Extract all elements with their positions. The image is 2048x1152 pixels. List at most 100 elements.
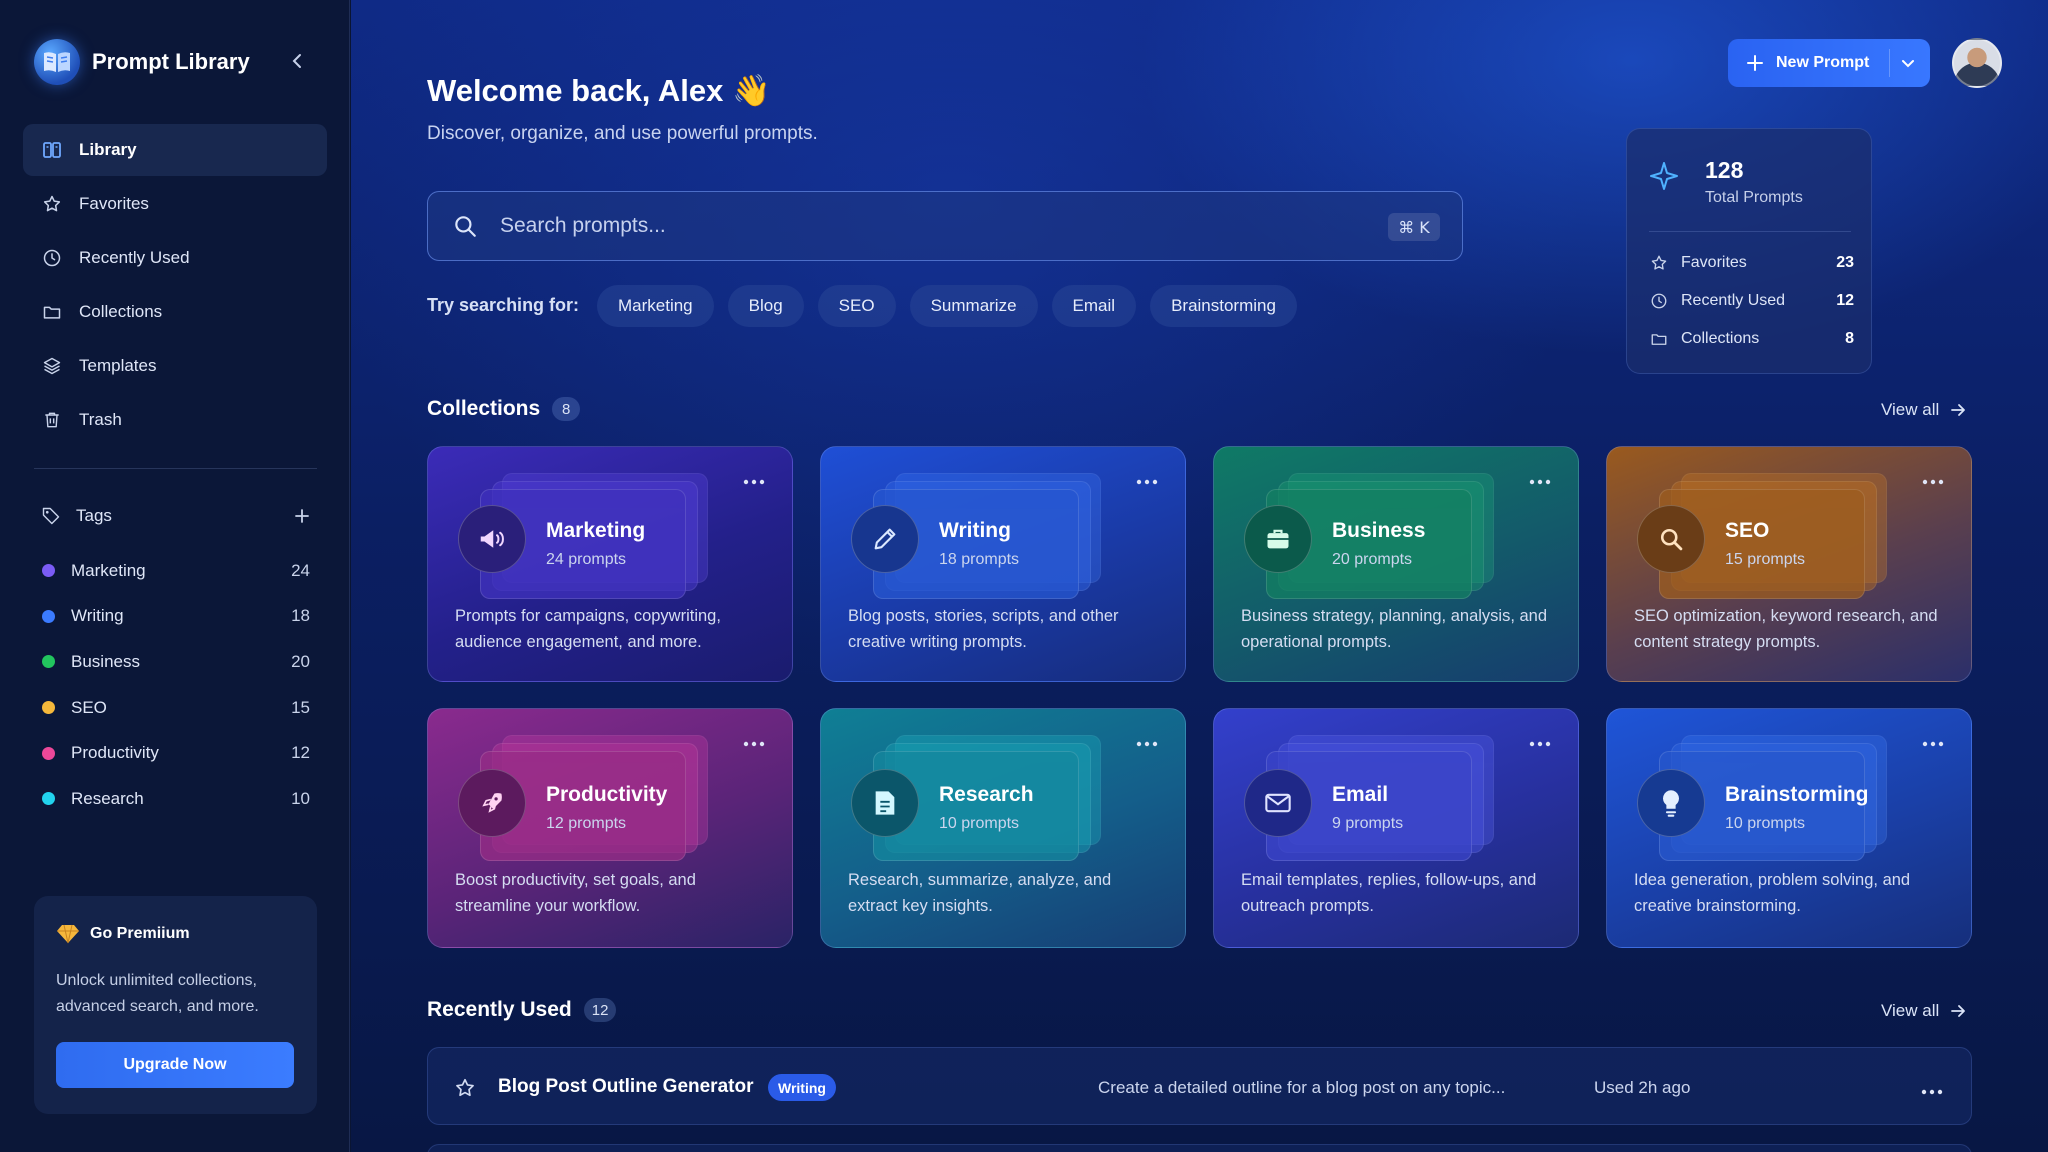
collections-title: Collections	[427, 397, 541, 420]
collection-card-writing[interactable]: Writing 18 prompts Blog posts, stories, …	[820, 446, 1186, 682]
clock-icon	[1649, 291, 1669, 311]
collection-name: Business	[1332, 519, 1426, 542]
more-options-icon[interactable]	[1135, 477, 1159, 487]
view-all-label: View all	[1881, 1001, 1940, 1020]
stat-recently-used[interactable]: Recently Used 12	[1649, 289, 1854, 313]
more-options-icon[interactable]	[1921, 1082, 1943, 1095]
suggestion-chip[interactable]: Brainstorming	[1150, 285, 1297, 327]
search-input[interactable]	[500, 214, 1360, 238]
collection-card-seo[interactable]: SEO 15 prompts SEO optimization, keyword…	[1606, 446, 1972, 682]
suggestion-chip[interactable]: Marketing	[597, 285, 714, 327]
search-icon	[1637, 505, 1705, 573]
brand[interactable]: Prompt Library	[34, 38, 324, 86]
sidebar-item-library[interactable]: Library	[23, 124, 327, 176]
page-subtitle: Discover, organize, and use powerful pro…	[427, 123, 818, 144]
tags-title: Tags	[76, 506, 112, 525]
folder-icon	[1649, 329, 1669, 349]
more-options-icon[interactable]	[1921, 477, 1945, 487]
collection-card-research[interactable]: Research 10 prompts Research, summarize,…	[820, 708, 1186, 948]
mail-icon	[1244, 769, 1312, 837]
more-options-icon[interactable]	[1528, 477, 1552, 487]
recently-used-title: Recently Used	[427, 998, 572, 1021]
tag-count: 15	[291, 697, 310, 717]
star-icon[interactable]	[454, 1077, 476, 1099]
recently-used-view-all-link[interactable]: View all	[1881, 1001, 1981, 1021]
sidebar-item-label: Library	[79, 140, 137, 159]
tag-item-business[interactable]: Business 20	[42, 639, 310, 685]
tag-list: Marketing 24 Writing 18 Business 20 SEO …	[42, 548, 310, 822]
search-bar[interactable]: ⌘ K	[427, 191, 1463, 261]
brand-title: Prompt Library	[92, 49, 250, 74]
sidebar-item-favorites[interactable]: Favorites	[23, 178, 327, 230]
suggestion-chip[interactable]: Blog	[727, 285, 804, 327]
tag-icon	[40, 505, 62, 527]
prompt-title: Blog Post Outline Generator	[498, 1076, 754, 1097]
collection-count: 18 prompts	[939, 551, 1020, 568]
sidebar-item-recently-used[interactable]: Recently Used	[23, 232, 327, 284]
collection-card-marketing[interactable]: Marketing 24 prompts Prompts for campaig…	[427, 446, 793, 682]
collection-count: 10 prompts	[939, 815, 1020, 832]
stat-collections[interactable]: Collections 8	[1649, 327, 1854, 351]
collection-card-brainstorming[interactable]: Brainstorming 10 prompts Idea generation…	[1606, 708, 1972, 948]
sidebar-item-trash[interactable]: Trash	[23, 394, 327, 446]
collection-card-email[interactable]: Email 9 prompts Email templates, replies…	[1213, 708, 1579, 948]
tag-item-writing[interactable]: Writing 18	[42, 594, 310, 640]
library-icon	[41, 139, 63, 161]
tags-header: Tags	[40, 500, 312, 532]
sidebar-item-collections[interactable]: Collections	[23, 286, 327, 338]
tag-count: 10	[291, 788, 310, 808]
suggestion-chip[interactable]: Summarize	[909, 285, 1038, 327]
tag-item-marketing[interactable]: Marketing 24	[42, 548, 310, 594]
more-options-icon[interactable]	[742, 739, 766, 749]
search-icon	[452, 213, 478, 239]
stat-label: Favorites	[1681, 254, 1747, 271]
more-options-icon[interactable]	[1921, 739, 1945, 749]
collapse-sidebar-icon[interactable]	[286, 50, 308, 72]
premium-header: Go Premiium	[56, 924, 190, 944]
tag-item-seo[interactable]: SEO 15	[42, 685, 310, 731]
pencil-icon	[851, 505, 919, 573]
tag-item-productivity[interactable]: Productivity 12	[42, 730, 310, 776]
stat-favorites[interactable]: Favorites 23	[1649, 251, 1854, 275]
collection-description: Business strategy, planning, analysis, a…	[1241, 607, 1548, 651]
new-prompt-button[interactable]: New Prompt	[1728, 39, 1930, 87]
rocket-icon	[458, 769, 526, 837]
plus-icon	[1746, 54, 1764, 72]
add-tag-icon[interactable]	[292, 506, 312, 526]
tag-count: 18	[291, 606, 310, 626]
more-options-icon[interactable]	[1135, 739, 1159, 749]
prompt-description: Create a detailed outline for a blog pos…	[1098, 1078, 1506, 1097]
more-options-icon[interactable]	[742, 477, 766, 487]
premium-title: Go Premiium	[90, 925, 190, 942]
collection-count: 20 prompts	[1332, 551, 1413, 568]
recent-prompt-row[interactable]: Blog Post Outline Generator Writing Crea…	[427, 1047, 1972, 1125]
collections-view-all-link[interactable]: View all	[1881, 400, 1981, 420]
tag-item-research[interactable]: Research 10	[42, 776, 310, 822]
more-options-icon[interactable]	[1528, 739, 1552, 749]
tag-label: Research	[71, 788, 144, 808]
keyboard-shortcut-badge: ⌘ K	[1388, 213, 1440, 241]
suggestion-chip[interactable]: Email	[1051, 285, 1137, 327]
collection-name: Brainstorming	[1725, 783, 1869, 806]
collection-description: Research, summarize, analyze, and extrac…	[848, 871, 1112, 915]
collection-card-productivity[interactable]: Productivity 12 prompts Boost productivi…	[427, 708, 793, 948]
collection-count: 24 prompts	[546, 551, 627, 568]
view-all-label: View all	[1881, 400, 1940, 419]
chevron-down-icon[interactable]	[1900, 55, 1916, 71]
user-avatar[interactable]	[1952, 38, 2002, 88]
recent-prompt-row[interactable]	[427, 1144, 1972, 1152]
main-content: Welcome back, Alex 👋 Discover, organize,…	[351, 0, 2048, 1152]
prompt-tag-badge: Writing	[768, 1074, 836, 1101]
suggestion-chip[interactable]: SEO	[817, 285, 896, 327]
tag-label: Marketing	[71, 560, 146, 580]
tag-color-dot	[42, 564, 55, 578]
layers-icon	[41, 355, 63, 377]
collection-card-business[interactable]: Business 20 prompts Business strategy, p…	[1213, 446, 1579, 682]
collection-description: Boost productivity, set goals, and strea…	[455, 871, 696, 915]
tag-color-dot	[42, 746, 55, 760]
sidebar-item-templates[interactable]: Templates	[23, 340, 327, 392]
tag-count: 24	[291, 560, 310, 580]
collection-count: 10 prompts	[1725, 815, 1806, 832]
upgrade-now-button[interactable]: Upgrade Now	[56, 1042, 294, 1088]
sidebar-item-label: Favorites	[79, 194, 149, 213]
